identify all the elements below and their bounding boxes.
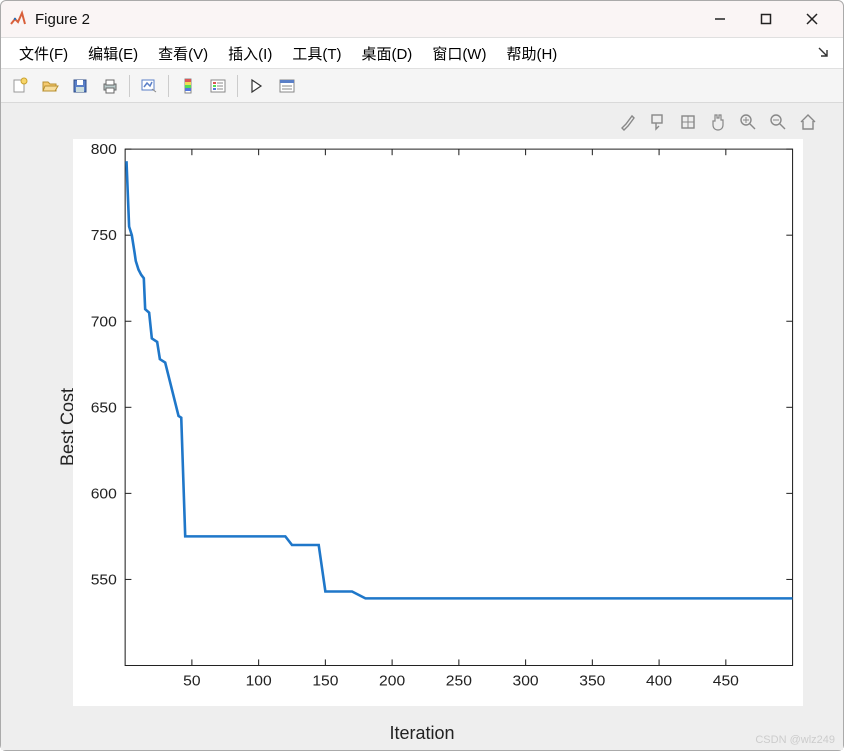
minimize-button[interactable]: [697, 1, 743, 37]
menu-view[interactable]: 查看(V): [148, 39, 218, 68]
svg-text:600: 600: [91, 486, 117, 503]
close-button[interactable]: [789, 1, 835, 37]
menu-window[interactable]: 窗口(W): [422, 39, 496, 68]
home-icon[interactable]: [797, 111, 819, 133]
svg-text:450: 450: [713, 673, 739, 690]
menu-edit[interactable]: 编辑(E): [78, 39, 148, 68]
svg-text:750: 750: [91, 227, 117, 244]
svg-text:300: 300: [513, 673, 539, 690]
svg-text:400: 400: [646, 673, 672, 690]
figure-window: Figure 2 文件(F) 编辑(E) 查看(V) 插入(I) 工具(T) 桌…: [0, 0, 844, 751]
menu-desktop[interactable]: 桌面(D): [351, 39, 422, 68]
svg-text:50: 50: [183, 673, 200, 690]
expand-icon[interactable]: [811, 45, 835, 62]
svg-text:700: 700: [91, 314, 117, 331]
open-button[interactable]: [37, 73, 63, 99]
toolbar-separator: [168, 75, 169, 97]
new-figure-button[interactable]: [7, 73, 33, 99]
svg-text:800: 800: [91, 141, 117, 158]
axes[interactable]: 50 100 150 200 250 300 350 400 450 550 600 650 700 75…: [73, 139, 803, 706]
axes-toolbar: [617, 111, 819, 133]
titlebar: Figure 2: [1, 1, 843, 37]
toolbar: [1, 69, 843, 103]
menu-help[interactable]: 帮助(H): [496, 39, 567, 68]
save-button[interactable]: [67, 73, 93, 99]
plot-svg: 50 100 150 200 250 300 350 400 450 550 600 650 700 75…: [73, 139, 803, 706]
svg-text:250: 250: [446, 673, 472, 690]
toolbar-separator: [237, 75, 238, 97]
brush-icon[interactable]: [617, 111, 639, 133]
insert-legend-button[interactable]: [205, 73, 231, 99]
menubar: 文件(F) 编辑(E) 查看(V) 插入(I) 工具(T) 桌面(D) 窗口(W…: [1, 37, 843, 69]
insert-colorbar-button[interactable]: [175, 73, 201, 99]
menu-tools[interactable]: 工具(T): [282, 39, 351, 68]
edit-plot-button[interactable]: [244, 73, 270, 99]
zoom-out-icon[interactable]: [767, 111, 789, 133]
svg-text:150: 150: [312, 673, 338, 690]
watermark: CSDN @wlz249: [755, 734, 835, 746]
maximize-button[interactable]: [743, 1, 789, 37]
x-axis-label: Iteration: [389, 723, 454, 744]
figure-area: Best Cost Iteration 50100150200250300350…: [1, 103, 843, 750]
svg-text:200: 200: [379, 673, 405, 690]
svg-text:550: 550: [91, 572, 117, 589]
print-button[interactable]: [97, 73, 123, 99]
window-title: Figure 2: [35, 11, 697, 28]
menu-file[interactable]: 文件(F): [9, 39, 78, 68]
svg-text:350: 350: [579, 673, 605, 690]
svg-text:100: 100: [246, 673, 272, 690]
svg-text:650: 650: [91, 400, 117, 417]
toolbar-separator: [129, 75, 130, 97]
link-plot-button[interactable]: [136, 73, 162, 99]
zoom-in-icon[interactable]: [737, 111, 759, 133]
pan-icon[interactable]: [707, 111, 729, 133]
rotate-icon[interactable]: [677, 111, 699, 133]
matlab-icon: [9, 10, 27, 28]
datatip-icon[interactable]: [647, 111, 669, 133]
menu-insert[interactable]: 插入(I): [218, 39, 282, 68]
open-property-inspector-button[interactable]: [274, 73, 300, 99]
